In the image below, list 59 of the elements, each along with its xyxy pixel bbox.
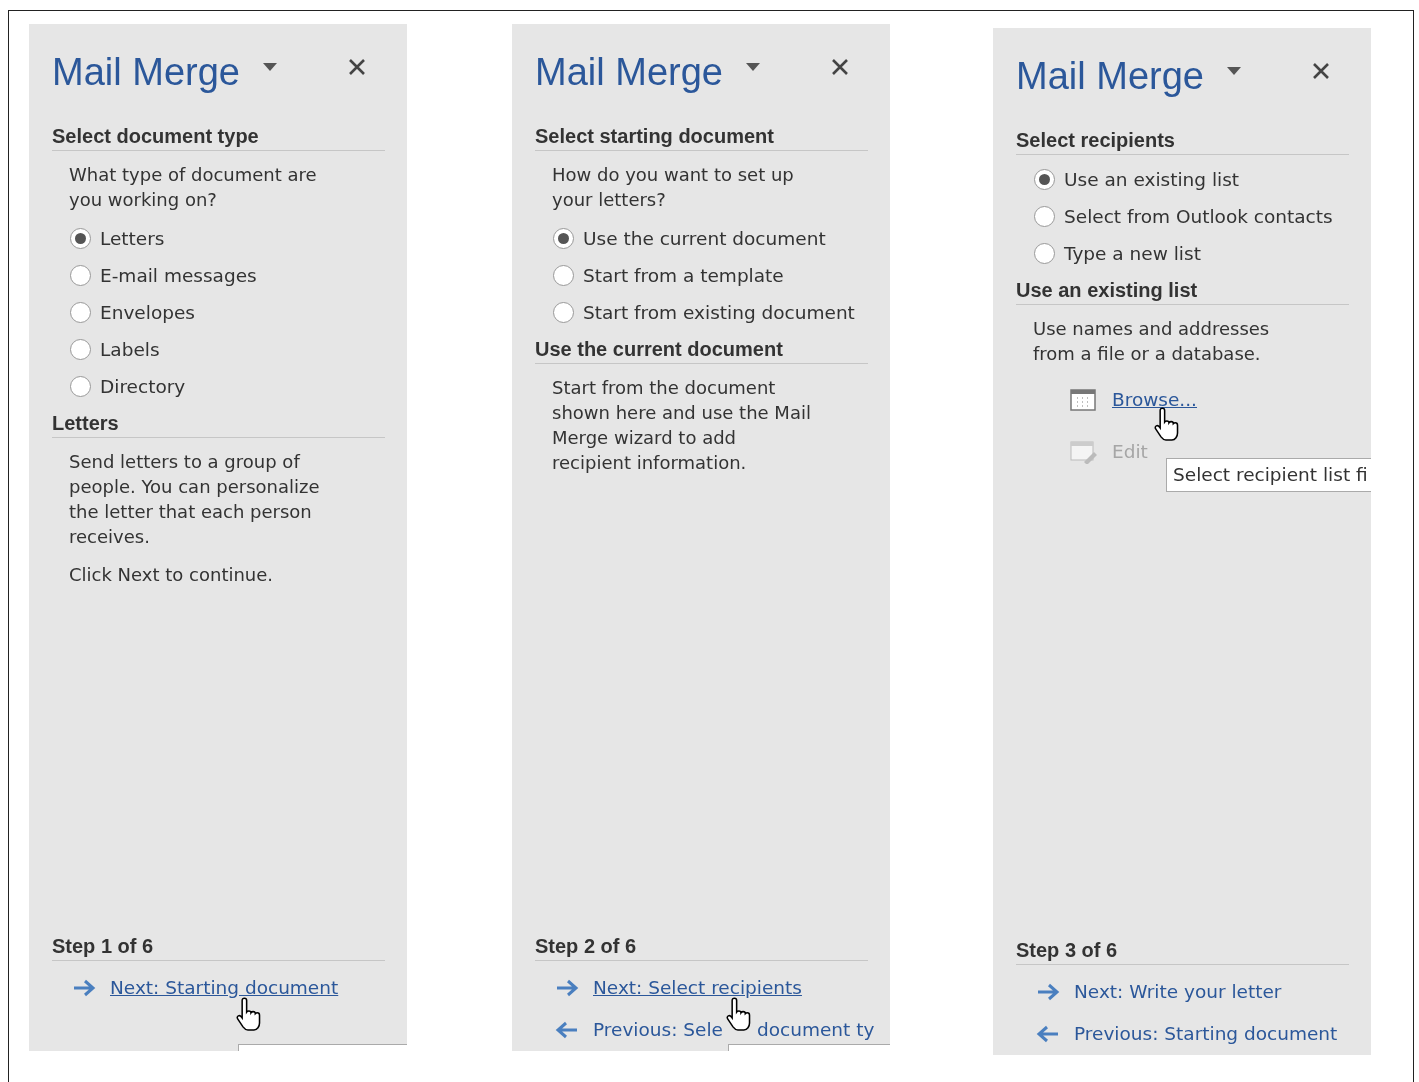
description-text: Use names and addresses from a file or a database. xyxy=(1032,317,1271,366)
description-text: How do you want to set up your letters? xyxy=(551,163,795,212)
radio-label[interactable]: Labels xyxy=(100,335,160,364)
radio-label[interactable]: Use an existing list xyxy=(1064,165,1240,194)
previous-step-link[interactable]: document ty xyxy=(756,1016,875,1044)
right-arrow-icon xyxy=(72,979,96,997)
left-arrow-icon xyxy=(1036,1025,1060,1043)
radio-button[interactable] xyxy=(70,265,91,286)
section-heading: Use the current document xyxy=(535,337,868,364)
close-icon[interactable] xyxy=(830,57,850,77)
radio-button[interactable] xyxy=(70,228,91,249)
section-heading: Select recipients xyxy=(1016,128,1349,155)
radio-label[interactable]: Letters xyxy=(100,224,165,253)
radio-label[interactable]: Envelopes xyxy=(100,298,195,327)
browse-link[interactable]: Browse... xyxy=(1112,386,1197,414)
radio-button[interactable] xyxy=(70,339,91,360)
step-heading: Step 2 of 6 xyxy=(535,934,868,961)
radio-label[interactable]: Type a new list xyxy=(1064,239,1201,268)
radio-label[interactable]: Start from a template xyxy=(583,261,784,290)
radio-label[interactable]: E-mail messages xyxy=(100,261,257,290)
pane-title: Mail Merge xyxy=(52,49,240,95)
left-arrow-icon xyxy=(555,1021,579,1039)
section-heading: Letters xyxy=(52,411,385,438)
previous-step-link[interactable]: Previous: Starting document xyxy=(1074,1020,1338,1048)
dropdown-caret-icon[interactable] xyxy=(744,62,761,72)
next-step-link[interactable]: Next: Starting document xyxy=(110,974,339,1002)
step-heading: Step 1 of 6 xyxy=(52,934,385,961)
right-arrow-icon xyxy=(1036,983,1060,1001)
description-text: Start from the document shown here and use the Mail Merge wizard to add recipient information. xyxy=(551,376,812,475)
right-arrow-icon xyxy=(555,979,579,997)
dropdown-caret-icon[interactable] xyxy=(1225,66,1242,76)
radio-button[interactable] xyxy=(553,265,574,286)
pane-title: Mail Merge xyxy=(535,49,723,95)
radio-button[interactable] xyxy=(1034,206,1055,227)
radio-button[interactable] xyxy=(70,302,91,323)
radio-button[interactable] xyxy=(70,376,91,397)
section-heading: Select document type xyxy=(52,124,385,151)
previous-step-link[interactable]: Previous: Sele xyxy=(593,1016,723,1044)
radio-label[interactable]: Use the current document xyxy=(583,224,826,253)
next-step-link[interactable]: Next: Select recipients xyxy=(593,974,802,1002)
radio-button[interactable] xyxy=(553,228,574,249)
description-text: Click Next to continue. xyxy=(68,563,275,587)
pane-title: Mail Merge xyxy=(1016,53,1204,99)
close-icon[interactable] xyxy=(347,57,367,77)
radio-button[interactable] xyxy=(1034,243,1055,264)
tooltip: Select recipient list fi xyxy=(1166,458,1371,492)
close-icon[interactable] xyxy=(1311,61,1331,81)
radio-label[interactable]: Start from existing document xyxy=(583,298,855,327)
dropdown-caret-icon[interactable] xyxy=(261,62,278,72)
radio-button[interactable] xyxy=(553,302,574,323)
radio-button[interactable] xyxy=(1034,169,1055,190)
section-heading: Select starting document xyxy=(535,124,868,151)
radio-label[interactable]: Directory xyxy=(100,372,186,401)
description-text: Send letters to a group of people. You can personalize the letter that each person receives. xyxy=(68,450,321,549)
section-heading: Use an existing list xyxy=(1016,278,1349,305)
radio-label[interactable]: Select from Outlook contacts xyxy=(1064,202,1333,231)
next-step-link[interactable]: Next: Write your letter xyxy=(1074,978,1282,1006)
step-heading: Step 3 of 6 xyxy=(1016,938,1349,965)
description-text: What type of document are you working on? xyxy=(68,163,318,212)
